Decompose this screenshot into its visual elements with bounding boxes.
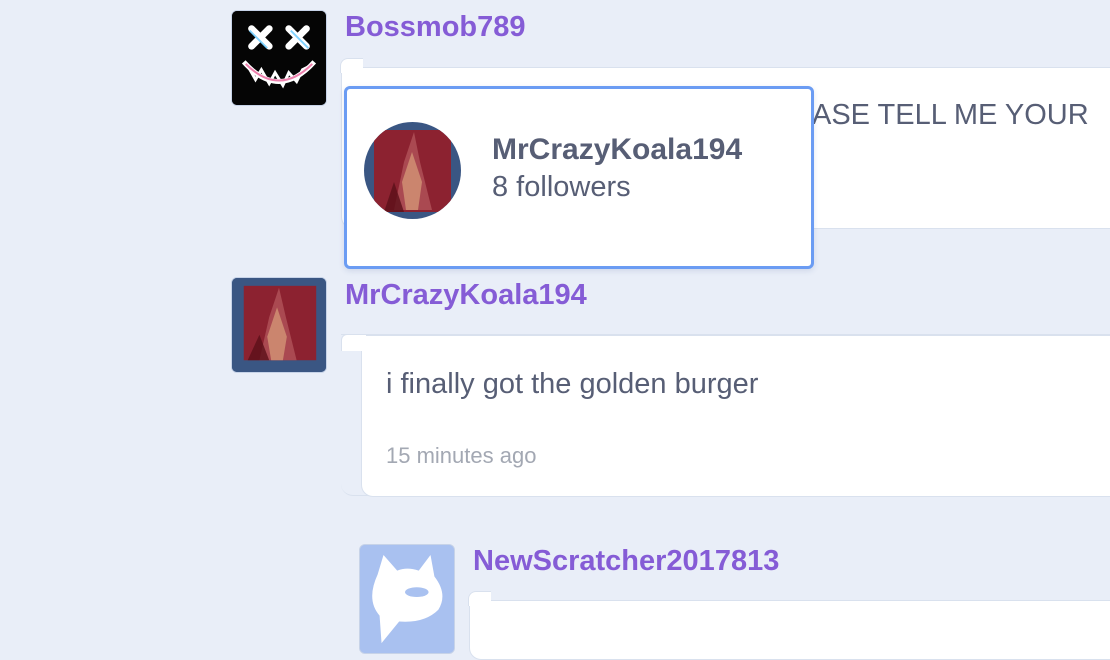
comment-bubble: i finally got the golden burger 15 minut…: [341, 334, 1110, 497]
newscratcher-avatar[interactable]: [359, 544, 455, 654]
mrcrazykoala-avatar[interactable]: [231, 277, 327, 373]
comment-timestamp: 15 minutes ago: [386, 443, 537, 468]
x-eyes-smiley-icon: [232, 11, 326, 105]
scratch-cat-avatar-icon: [360, 545, 454, 653]
bossmob-avatar[interactable]: [231, 10, 327, 106]
comment-username[interactable]: Bossmob789: [345, 11, 526, 44]
comment-text: ASE TELL ME YOUR: [812, 99, 1089, 131]
comment-username[interactable]: NewScratcher2017813: [473, 545, 779, 578]
comment-bubble: [468, 591, 1110, 660]
user-hovercard[interactable]: MrCrazyKoala194 8 followers: [344, 86, 814, 269]
red-figure-avatar-icon: [232, 278, 326, 372]
red-figure-avatar-icon: [364, 122, 461, 219]
comment-username[interactable]: MrCrazyKoala194: [345, 279, 587, 312]
hovercard-avatar[interactable]: [364, 122, 461, 219]
comment-text: i finally got the golden burger: [386, 368, 759, 400]
hovercard-followers: 8 followers: [492, 171, 631, 203]
hovercard-username[interactable]: MrCrazyKoala194: [492, 133, 742, 167]
